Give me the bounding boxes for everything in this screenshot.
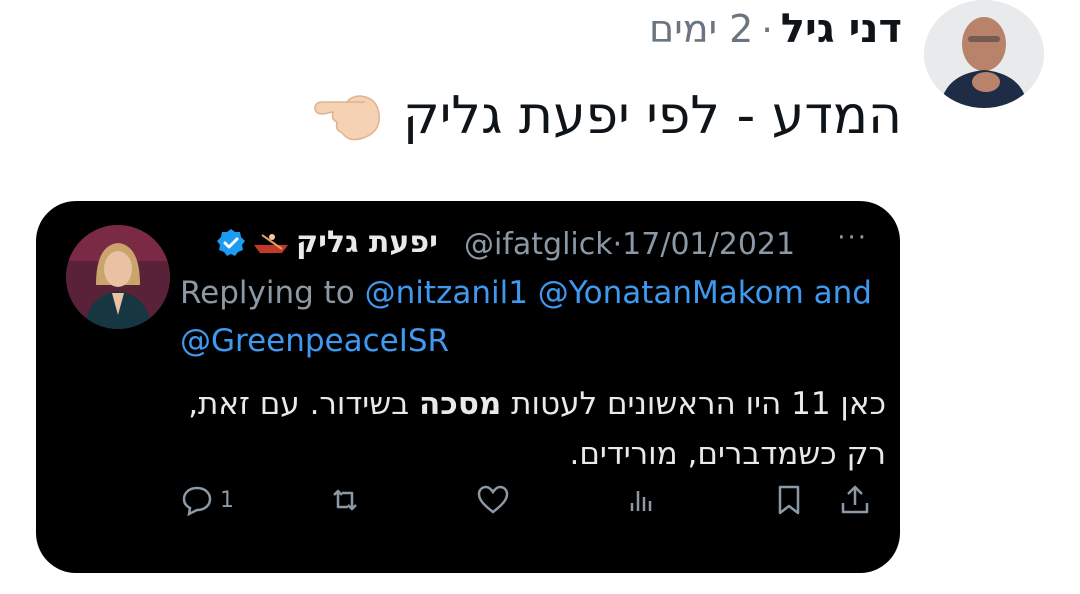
tweet-text-bold: מסכה [418,386,502,422]
reply-button[interactable]: 1 [180,483,234,517]
mention-link[interactable]: @YonatanMakom [538,275,804,311]
quoted-author-name[interactable]: יפעת גליק [296,225,438,260]
quoted-author[interactable]: יפעת גליק [216,225,438,260]
heart-icon [477,485,509,514]
retweet-icon [333,489,357,511]
views-button[interactable] [624,483,658,517]
quoted-tweet-text: כאן 11 היו הראשונים לעטות מסכה בשידור. ע… [186,379,886,479]
post-time[interactable]: 2 ימים [649,7,753,51]
verified-badge-icon [217,228,245,256]
quoted-tweet-avatar[interactable] [66,225,170,329]
mention-link[interactable]: @GreenpeaceISR [180,323,449,359]
mention-link[interactable]: @nitzanil1 [365,275,528,311]
retweet-button[interactable] [328,483,362,517]
post-header: דני גיל · 2 ימים [649,6,902,52]
replying-to-line: Replying to @nitzanil1 @YonatanMakom and [180,275,872,311]
author-name[interactable]: דני גיל [781,6,902,52]
reply-icon [182,486,212,517]
bookmark-icon [778,485,800,515]
and-others-link[interactable]: and [814,275,872,311]
more-options-icon[interactable]: ··· [837,223,868,253]
separator-dot: · [761,10,773,51]
quoted-tweet-card[interactable]: יפעת גליק @ifatglick·17/01/2021 ··· Repl… [36,201,900,573]
share-button[interactable] [838,483,872,517]
replying-to-label: Replying to [180,275,355,311]
quoted-date[interactable]: 17/01/2021 [622,227,795,262]
reply-count: 1 [220,487,234,513]
rowing-boat-icon [254,233,288,253]
tweet-actions-bar: 1 [36,483,900,533]
quoted-tweet-header: יפעת גליק @ifatglick·17/01/2021 ··· [208,223,888,265]
post-text-content: המדע - לפי יפעת גליק [402,86,902,146]
like-button[interactable] [476,483,510,517]
pointing-left-hand-icon [311,86,385,146]
bookmark-button[interactable] [772,483,806,517]
analytics-icon [630,491,652,511]
share-icon [841,485,869,514]
quoted-handle[interactable]: @ifatglick [464,227,613,262]
author-avatar[interactable] [924,0,1044,108]
post-text: המדע - לפי יפעת גליק [311,86,902,146]
date-separator-dot: · [612,227,623,262]
tweet-text-part: כאן 11 היו הראשונים לעטות [501,386,886,422]
quoted-handle-date: @ifatglick·17/01/2021 [464,227,795,262]
